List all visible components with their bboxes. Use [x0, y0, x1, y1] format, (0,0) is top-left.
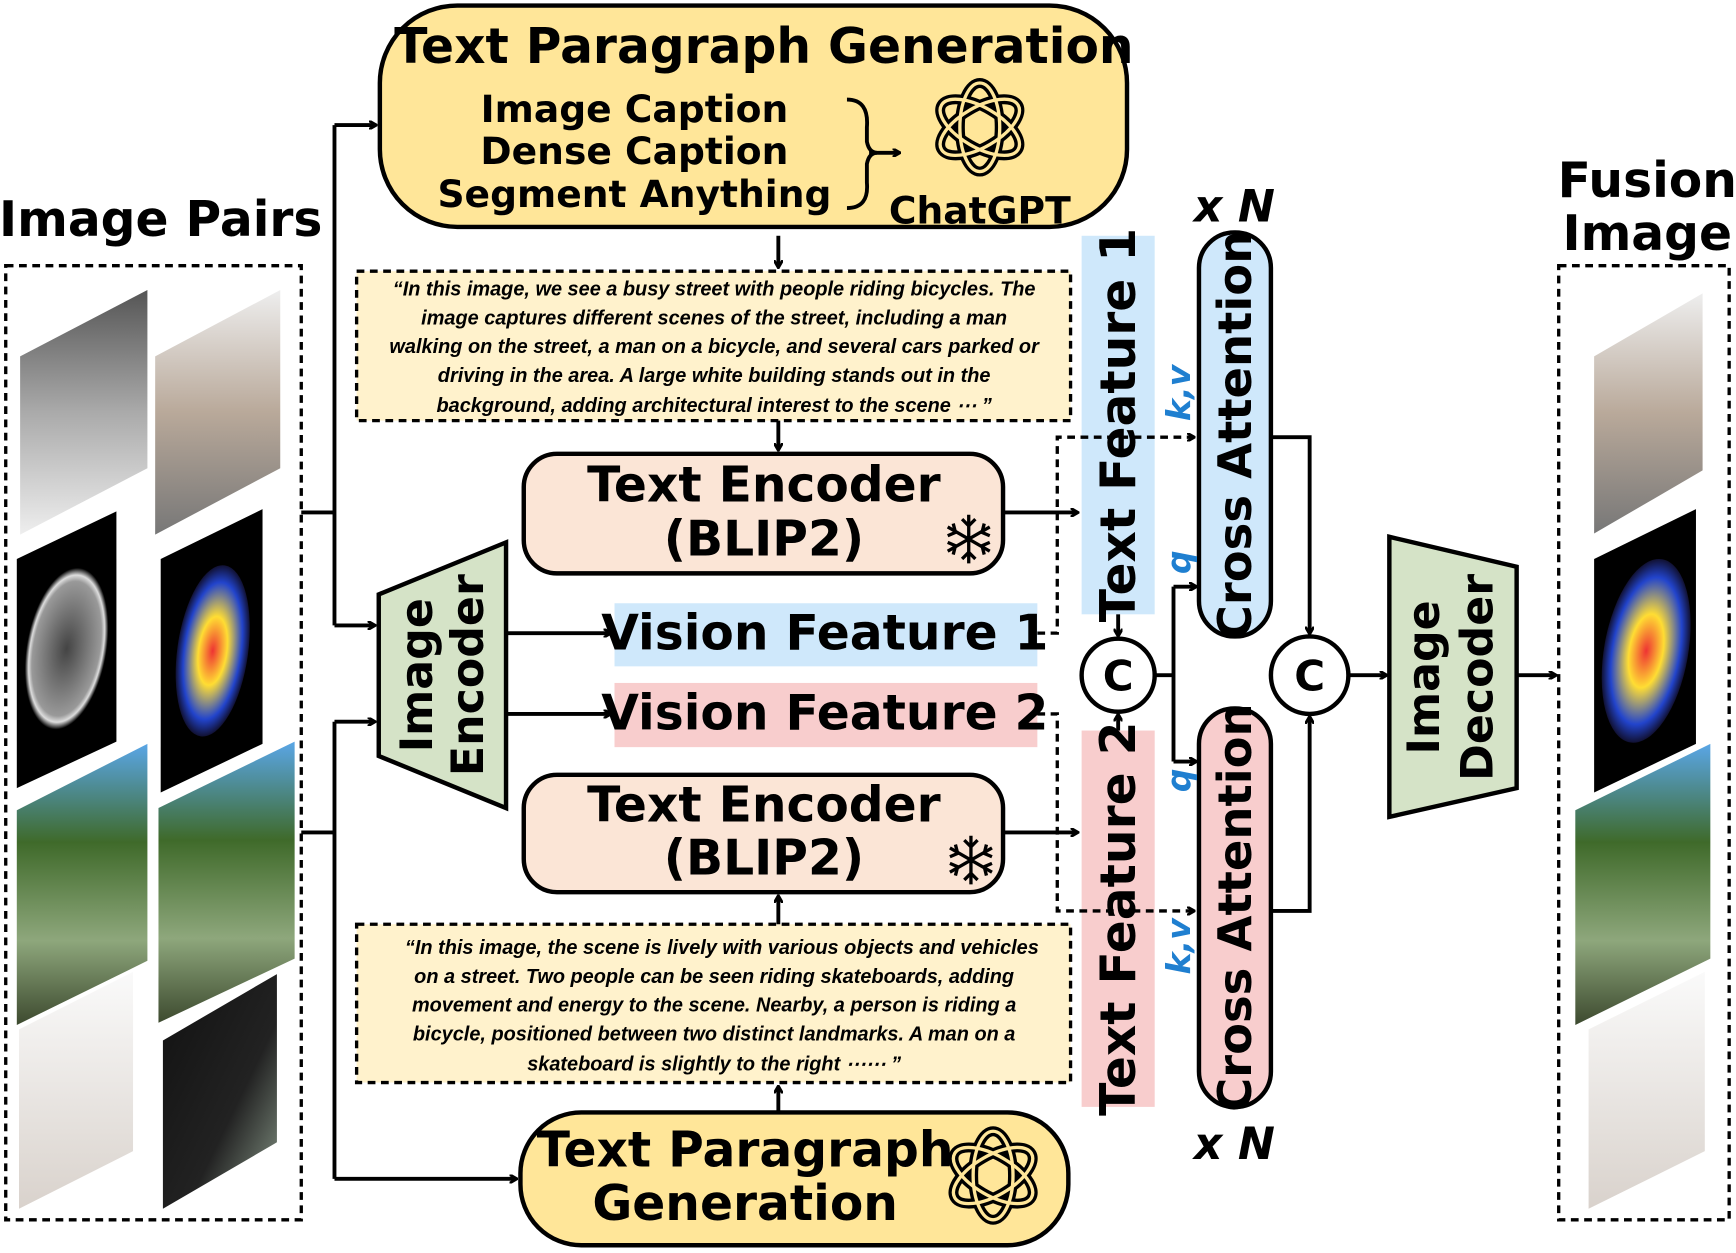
image-decoder-label: Image: [1399, 600, 1450, 754]
fusion-image-label-line2: Image: [1562, 206, 1732, 262]
generation-title: Text Paragraph Generation: [394, 19, 1133, 75]
image-decoder: Image Decoder: [1387, 534, 1519, 820]
caption2-line: “In this image, the scene is lively with…: [405, 937, 1039, 959]
text-encoder-label: Text Encoder: [587, 457, 941, 513]
visible-image: [155, 290, 281, 535]
concat-label: C: [1294, 652, 1325, 701]
source-dense-caption: Dense Caption: [480, 129, 788, 173]
caption1-line: driving in the area. A large white build…: [438, 365, 991, 387]
input-images: [16, 290, 295, 1209]
fusion-architecture-diagram: Image Pairs Fusion Image Text Paragraph …: [0, 3, 1736, 1248]
infrared-image: [20, 290, 148, 535]
image-encoder: Image Encoder: [376, 539, 509, 812]
image-encoder-label: Encoder: [443, 574, 494, 776]
fused-street-image: [1594, 293, 1703, 534]
kv-label-1: k,v: [1159, 363, 1198, 421]
text-encoder-model: (BLIP2): [664, 512, 864, 568]
image-pairs-label: Image Pairs: [0, 192, 322, 248]
chatgpt-label: ChatGPT: [889, 189, 1071, 233]
caption1-line: “In this image, we see a busy street wit…: [393, 279, 1036, 301]
caption2-line: movement and energy to the scene. Nearby…: [412, 995, 1016, 1017]
text-feature-2-label: Text Feature 2: [1091, 722, 1147, 1116]
caption1-line: background, adding architectural interes…: [437, 395, 992, 417]
fused-images: [1575, 293, 1711, 1209]
source-image-caption: Image Caption: [481, 87, 789, 131]
generation-title: Text Paragraph: [537, 1123, 954, 1179]
text-encoder-1: Text Encoder (BLIP2): [521, 451, 1006, 576]
bottom-text-paragraph-generation: Text Paragraph Generation: [518, 1110, 1071, 1248]
caption1-line: walking on the street, a man on a bicycl…: [389, 336, 1040, 358]
caption2-line: bicycle, positioned between two distinct…: [413, 1023, 1015, 1045]
kv-label-2: k,v: [1159, 917, 1198, 975]
repeat-n-bottom: x N: [1192, 1119, 1275, 1170]
source-segment-anything: Segment Anything: [437, 172, 831, 216]
image-decoder-label: Decoder: [1452, 574, 1503, 781]
fusion-image-label-line1: Fusion: [1558, 153, 1736, 209]
caption-box-2: “In this image, the scene is lively with…: [354, 922, 1073, 1085]
caption1-line: image captures different scenes of the s…: [421, 307, 1007, 329]
caption2-line: skateboard is slightly to the right ⋯⋯ ”: [527, 1053, 901, 1075]
vision-feature-1-label: Vision Feature 1: [601, 606, 1048, 662]
vision-feature-2-label: Vision Feature 2: [601, 685, 1048, 741]
text-encoder-model: (BLIP2): [664, 830, 864, 886]
caption2-line: on a street. Two people can be seen ridi…: [414, 966, 1014, 988]
caption-box-1: “In this image, we see a busy street wit…: [354, 269, 1073, 423]
q-label-2: q: [1159, 768, 1198, 792]
text-encoder-label: Text Encoder: [587, 777, 941, 833]
image-encoder-label: Image: [392, 598, 443, 752]
generation-title: Generation: [592, 1176, 898, 1232]
text-encoder-2: Text Encoder (BLIP2): [521, 772, 1006, 895]
top-text-paragraph-generation: Text Paragraph Generation Image Caption …: [377, 3, 1134, 233]
q-label-1: q: [1159, 550, 1198, 574]
concat-label: C: [1103, 652, 1134, 701]
text-feature-1-label: Text Feature 1: [1091, 228, 1147, 622]
repeat-n-top: x N: [1192, 181, 1275, 232]
cross-attention-2-label: Cross Attention: [1208, 703, 1262, 1112]
cross-attention-1-label: Cross Attention: [1208, 231, 1262, 640]
